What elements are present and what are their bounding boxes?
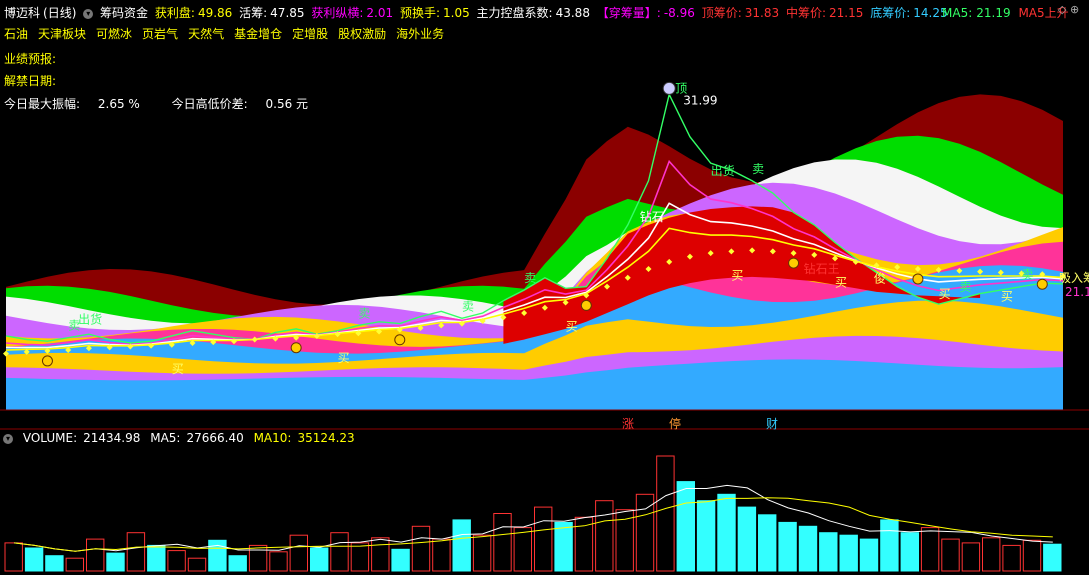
volume-value: 21434.98 (83, 431, 141, 445)
smile-icon[interactable] (290, 342, 302, 354)
volume-bar (432, 538, 451, 572)
tag-cai[interactable]: 财 (766, 415, 778, 432)
tag-ting[interactable]: 停 (669, 415, 681, 432)
volume-bar (452, 519, 471, 572)
smile-icon[interactable] (580, 299, 592, 311)
event-tags: 涨 停 财 (0, 415, 1089, 432)
volume-bar (920, 527, 940, 572)
volume-bar (208, 539, 227, 572)
volume-header: ▾ VOLUME: 21434.98 MA5: 27666.40 MA10: 3512… (3, 431, 361, 445)
smile-icon[interactable] (912, 273, 924, 285)
sell-label: 卖 (462, 299, 474, 313)
out-label: 出货 (711, 163, 735, 178)
volume-bar (778, 521, 797, 572)
face-icon[interactable] (662, 81, 676, 95)
sell-label: 卖 (358, 306, 370, 320)
smile-icon[interactable] (788, 257, 800, 269)
buy-label: 买 (566, 319, 578, 333)
volume-bar (758, 514, 777, 572)
volume-bar (941, 538, 960, 572)
sell-label: 卖 (752, 162, 764, 176)
smile-icon[interactable] (41, 355, 53, 367)
volume-chart[interactable] (0, 446, 1089, 575)
volume-bar (65, 557, 84, 572)
volume-label: VOLUME: (22, 431, 78, 445)
buy-label: 买 (939, 287, 951, 301)
volume-bar (819, 532, 838, 572)
volume-bar (696, 500, 716, 572)
volume-bar (900, 532, 919, 572)
price-chart[interactable]: 顶31.99出货出货卖卖卖卖卖卖卖买买买买买买买钻石钻石王俊吸入筹21.15 (0, 0, 1089, 430)
sell-label: 卖 (524, 271, 536, 285)
volume-bar (1022, 539, 1042, 572)
volume-bar (961, 542, 981, 572)
sell-label: 卖 (959, 280, 971, 294)
buy-label: 买 (731, 268, 743, 282)
volume-bar (24, 547, 44, 572)
volume-bar (554, 521, 573, 572)
peak-price: 31.99 (683, 93, 717, 107)
sell-label: 卖 (68, 319, 80, 333)
volume-bar (656, 455, 675, 572)
volume-bar (411, 525, 431, 572)
volume-bar (982, 537, 1001, 572)
volume-bar (371, 537, 390, 572)
chip-bands (6, 94, 1063, 411)
volume-bar (167, 550, 186, 572)
volume-bar (126, 532, 146, 572)
volume-bar (595, 500, 614, 572)
absorb-label: 吸入筹 (1059, 271, 1089, 285)
volume-bar (350, 542, 370, 572)
volume-bar (676, 481, 695, 572)
diamond-short-label: 钻石 (640, 209, 664, 224)
volume-bar (248, 544, 268, 572)
volume-toggle-icon[interactable]: ▾ (3, 433, 13, 444)
volume-bar (859, 538, 879, 572)
vol-ma10-label: MA10: (253, 431, 292, 445)
volume-bar (310, 547, 329, 572)
vol-ma5-value: 27666.40 (186, 431, 244, 445)
volume-bar (86, 538, 105, 572)
volume-bar (45, 555, 64, 572)
buy-label: 买 (835, 275, 847, 289)
volume-bar (1043, 543, 1062, 572)
volume-bar (493, 513, 512, 572)
volume-bar (513, 527, 532, 572)
volume-bar (880, 519, 899, 572)
buy-label: 买 (338, 351, 350, 365)
volume-bar (187, 557, 207, 572)
jun-label: 俊 (874, 270, 886, 285)
buy-label: 买 (172, 362, 184, 376)
tag-zhang[interactable]: 涨 (622, 415, 634, 432)
vol-ma5-label: MA5: (150, 431, 181, 445)
volume-bar (534, 506, 553, 572)
sell-label: 卖 (1022, 268, 1034, 282)
smile-icon[interactable] (394, 334, 406, 346)
volume-bar (228, 555, 247, 572)
smile-icon[interactable] (1036, 278, 1048, 290)
right-price: 21.15 (1065, 285, 1089, 299)
volume-bar (839, 534, 858, 572)
volume-bar (269, 551, 288, 572)
volume-bar (737, 506, 757, 572)
volume-bar (472, 534, 492, 572)
vol-ma10-value: 35124.23 (297, 431, 355, 445)
diamond-label: 钻石王 (804, 261, 840, 276)
volume-bars (4, 455, 1062, 572)
volume-bar (391, 548, 410, 572)
volume-bar (4, 542, 23, 572)
volume-bar (1002, 544, 1021, 572)
volume-bar (717, 493, 736, 572)
volume-bar (289, 534, 309, 572)
volume-bar (330, 532, 349, 572)
volume-bar (147, 544, 166, 572)
buy-label: 买 (1001, 289, 1013, 303)
volume-bar (106, 552, 125, 572)
out-label: 出货 (78, 312, 102, 327)
volume-bar (798, 525, 818, 572)
